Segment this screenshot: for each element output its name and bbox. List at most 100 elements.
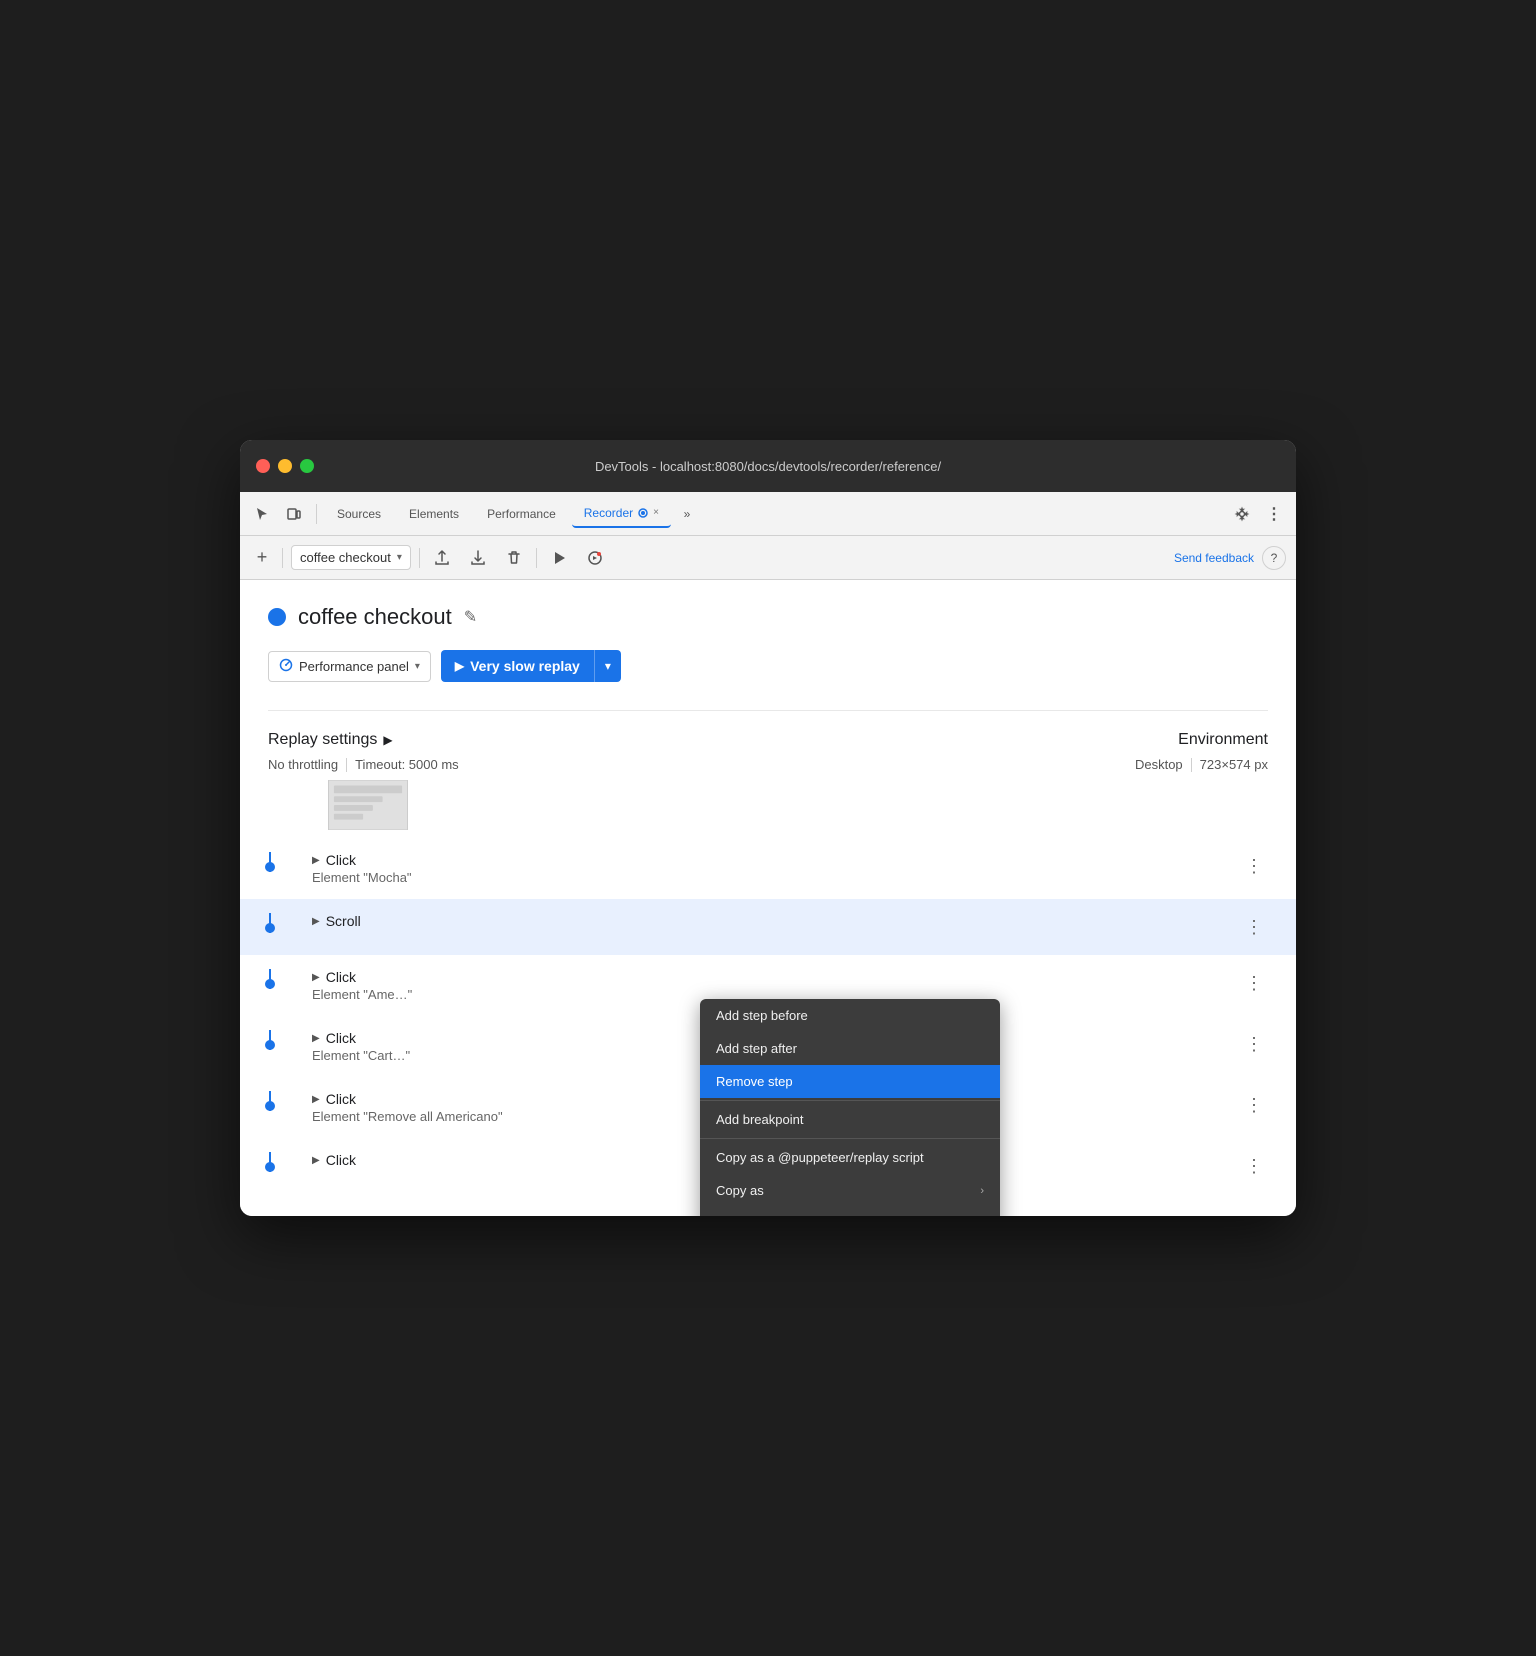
context-menu: Add step before Add step after Remove st… <box>700 999 1000 1216</box>
step-action-3: ▶ Click <box>312 969 1240 985</box>
performance-panel-label: Performance panel <box>299 659 409 674</box>
replay-settings-arrow-icon: ▶ <box>383 733 392 747</box>
replay-dropdown-btn[interactable]: ▾ <box>594 650 621 682</box>
action-bar: Performance panel ▾ ▶ Very slow replay ▾ <box>268 650 1268 682</box>
settings-gear-icon[interactable] <box>1228 500 1256 528</box>
export-icon[interactable] <box>428 544 456 572</box>
step-expand-icon-3[interactable]: ▶ <box>312 972 320 983</box>
step-more-btn-2[interactable]: ⋮ <box>1240 913 1268 941</box>
recording-selector[interactable]: coffee checkout ▾ <box>291 545 411 570</box>
step-more-btn-4[interactable]: ⋮ <box>1240 1030 1268 1058</box>
performance-panel-btn[interactable]: Performance panel ▾ <box>268 651 431 682</box>
add-recording-btn[interactable]: + <box>250 546 274 570</box>
play-icon[interactable] <box>545 544 573 572</box>
step-dot-3 <box>265 979 275 989</box>
environment-details: Desktop 723×574 px <box>1135 757 1268 772</box>
window-title: DevTools - localhost:8080/docs/devtools/… <box>595 459 941 474</box>
recording-selector-name: coffee checkout <box>300 550 391 565</box>
tab-sources[interactable]: Sources <box>325 501 393 527</box>
minimize-button[interactable] <box>278 459 292 473</box>
step-dot-1 <box>265 862 275 872</box>
recording-indicator <box>268 608 286 626</box>
replay-main-btn[interactable]: ▶ Very slow replay <box>441 650 594 682</box>
step-more-btn-5[interactable]: ⋮ <box>1240 1091 1268 1119</box>
step-dot-2 <box>265 923 275 933</box>
menu-item-copy-as[interactable]: Copy as › <box>700 1174 1000 1207</box>
menu-item-copy-puppeteer[interactable]: Copy as a @puppeteer/replay script <box>700 1141 1000 1174</box>
step-dot-5 <box>265 1101 275 1111</box>
tab-elements[interactable]: Elements <box>397 501 471 527</box>
devtools-tabs: Sources Elements Performance Recorder × … <box>240 492 1296 536</box>
tab-recorder[interactable]: Recorder × <box>572 500 671 528</box>
traffic-lights <box>256 459 314 473</box>
env-separator <box>1191 758 1192 772</box>
close-button[interactable] <box>256 459 270 473</box>
recording-header: coffee checkout ✎ <box>268 604 1268 630</box>
environment-section: Environment Desktop 723×574 px <box>1135 731 1268 772</box>
step-more-btn-6[interactable]: ⋮ <box>1240 1152 1268 1180</box>
edit-title-icon[interactable]: ✎ <box>464 607 477 627</box>
more-tabs-btn[interactable]: » <box>675 502 699 526</box>
devtools-window: DevTools - localhost:8080/docs/devtools/… <box>240 440 1296 1216</box>
send-feedback-link[interactable]: Send feedback <box>1174 551 1254 565</box>
step-timeline-1 <box>240 852 300 872</box>
settings-separator <box>346 758 347 772</box>
step-timeline-6 <box>240 1152 300 1172</box>
record-icon[interactable] <box>581 544 609 572</box>
title-bar: DevTools - localhost:8080/docs/devtools/… <box>240 440 1296 492</box>
step-expand-icon-4[interactable]: ▶ <box>312 1033 320 1044</box>
step-content-1: ▶ Click Element "Mocha" <box>300 852 1240 885</box>
step-dot-6 <box>265 1162 275 1172</box>
step-action-label-6: Click <box>326 1152 356 1168</box>
tab-recorder-close[interactable]: × <box>653 507 659 518</box>
cursor-icon[interactable] <box>248 500 276 528</box>
step-timeline-4 <box>240 1030 300 1050</box>
throttling-label: No throttling <box>268 757 338 772</box>
tab-performance[interactable]: Performance <box>475 501 568 527</box>
replay-btn-group: ▶ Very slow replay ▾ <box>441 650 621 682</box>
replay-settings-title[interactable]: Replay settings ▶ <box>268 731 459 749</box>
import-icon[interactable] <box>464 544 492 572</box>
performance-panel-chevron-icon: ▾ <box>415 661 420 672</box>
copy-as-arrow-icon: › <box>980 1185 984 1197</box>
menu-item-add-before[interactable]: Add step before <box>700 999 1000 1032</box>
main-content: coffee checkout ✎ Performance panel ▾ ▶ <box>240 580 1296 772</box>
help-icon[interactable]: ? <box>1262 546 1286 570</box>
recorder-toolbar-divider-3 <box>536 548 537 568</box>
step-description-1: Element "Mocha" <box>312 870 1240 885</box>
delete-icon[interactable] <box>500 544 528 572</box>
toolbar-divider-1 <box>316 504 317 524</box>
menu-item-services[interactable]: Services › <box>700 1207 1000 1216</box>
steps-container: ▶ Click Element "Mocha" ⋮ ▶ Scroll ⋮ <box>240 772 1296 1200</box>
menu-item-add-after[interactable]: Add step after <box>700 1032 1000 1065</box>
step-expand-icon-1[interactable]: ▶ <box>312 855 320 866</box>
step-action-1: ▶ Click <box>312 852 1240 868</box>
three-dot-menu-icon[interactable]: ⋮ <box>1260 500 1288 528</box>
step-thumbnail <box>328 780 408 830</box>
step-expand-icon-2[interactable]: ▶ <box>312 916 320 927</box>
device-toolbar-icon[interactable] <box>280 500 308 528</box>
step-action-label-4: Click <box>326 1030 356 1046</box>
step-timeline-3 <box>240 969 300 989</box>
menu-item-add-breakpoint[interactable]: Add breakpoint <box>700 1103 1000 1136</box>
maximize-button[interactable] <box>300 459 314 473</box>
replay-settings: Replay settings ▶ No throttling Timeout:… <box>268 731 459 772</box>
step-item-highlighted: ▶ Scroll ⋮ Add step before Add step afte… <box>240 899 1296 955</box>
menu-separator-1 <box>700 1100 1000 1101</box>
thumbnail-image <box>328 780 408 830</box>
step-item: ▶ Click Element "Mocha" ⋮ <box>240 838 1296 899</box>
step-more-btn-3[interactable]: ⋮ <box>1240 969 1268 997</box>
replay-play-icon: ▶ <box>455 659 464 673</box>
step-expand-icon-6[interactable]: ▶ <box>312 1155 320 1166</box>
desktop-label: Desktop <box>1135 757 1183 772</box>
resolution-label: 723×574 px <box>1200 757 1268 772</box>
chevron-down-icon: ▾ <box>397 552 402 563</box>
replay-btn-label: Very slow replay <box>470 658 580 674</box>
step-timeline-5 <box>240 1091 300 1111</box>
menu-item-remove-step[interactable]: Remove step <box>700 1065 1000 1098</box>
step-expand-icon-5[interactable]: ▶ <box>312 1094 320 1105</box>
timeout-label: Timeout: 5000 ms <box>355 757 459 772</box>
step-more-btn-1[interactable]: ⋮ <box>1240 852 1268 880</box>
step-action-label-2: Scroll <box>326 913 361 929</box>
step-content-2: ▶ Scroll <box>300 913 1240 929</box>
